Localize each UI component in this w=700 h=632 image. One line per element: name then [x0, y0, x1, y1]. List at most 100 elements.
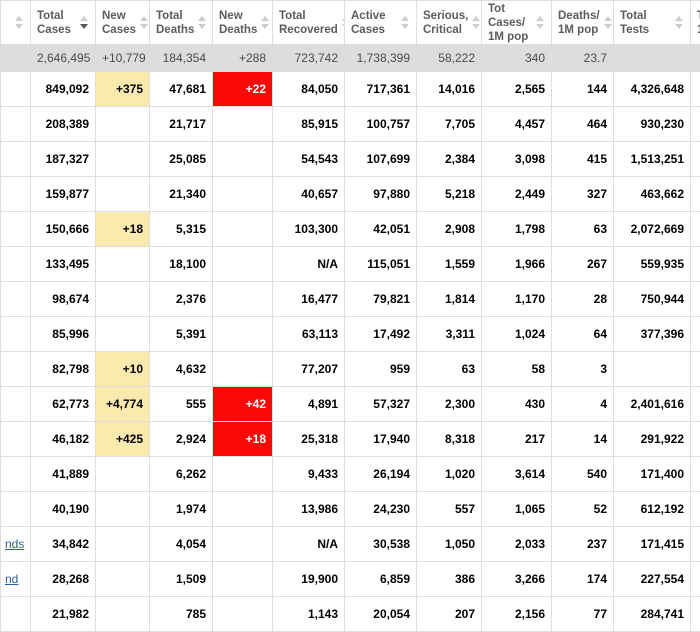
cell-serious-critical: 5,218	[417, 177, 482, 212]
cell-cases-per-1m: 3,614	[482, 457, 552, 492]
cell-cases-per-1m: 1,966	[482, 247, 552, 282]
country-link[interactable]: nd	[5, 572, 18, 586]
cell-total-tests: 2,072,669	[614, 212, 691, 247]
cell-new-cases: +375	[96, 72, 150, 107]
table-body: 2,646,495+10,779184,354+288723,7421,738,…	[1, 45, 700, 632]
cell-total-recovered: 4,891	[273, 387, 345, 422]
cell-active-cases: 115,051	[345, 247, 417, 282]
sort-toggle-icon[interactable]	[604, 16, 613, 29]
column-header-total-recovered[interactable]: Total Recovered	[273, 1, 345, 45]
cell-deaths-per-1m: 77	[552, 597, 614, 632]
cell-cases-per-1m: 1,170	[482, 282, 552, 317]
cell-total-recovered: 13,986	[273, 492, 345, 527]
table-header: Total Cases New Cases Total DeathsNew Deat…	[1, 1, 700, 45]
cell-total-cases: 2,646,495	[31, 45, 96, 72]
cell-country	[1, 142, 31, 177]
sort-toggle-icon[interactable]	[80, 16, 89, 29]
column-header-new-deaths[interactable]: New Deaths	[213, 1, 273, 45]
cell-tail	[691, 492, 700, 527]
cell-country: nd	[1, 562, 31, 597]
cell-total-recovered: 16,477	[273, 282, 345, 317]
cell-serious-critical: 2,300	[417, 387, 482, 422]
sort-toggle-icon[interactable]	[675, 16, 684, 29]
cell-tail	[691, 527, 700, 562]
cell-tail	[691, 212, 700, 247]
cell-serious-critical: 1,559	[417, 247, 482, 282]
cell-country	[1, 72, 31, 107]
cell-active-cases: 1,738,399	[345, 45, 417, 72]
cell-total-recovered: 9,433	[273, 457, 345, 492]
cell-total-recovered: 723,742	[273, 45, 345, 72]
column-header-country[interactable]	[1, 1, 31, 45]
cell-cases-per-1m: 2,449	[482, 177, 552, 212]
column-header-total-deaths[interactable]: Total Deaths	[150, 1, 213, 45]
column-header-deaths-1m-pop[interactable]: Deaths/ 1M pop	[552, 1, 614, 45]
cell-new-deaths	[213, 317, 273, 352]
cell-tail	[691, 142, 700, 177]
cell-active-cases: 42,051	[345, 212, 417, 247]
cell-deaths-per-1m: 237	[552, 527, 614, 562]
cell-total-tests: 377,396	[614, 317, 691, 352]
column-header-active-cases[interactable]: Active Cases	[345, 1, 417, 45]
sort-toggle-icon[interactable]	[198, 16, 207, 29]
sort-toggle-icon[interactable]	[15, 16, 24, 29]
column-header-tot-cases-1m-pop[interactable]: Tot Cases/ 1M pop	[482, 1, 552, 45]
cell-cases-per-1m: 430	[482, 387, 552, 422]
cell-country	[1, 352, 31, 387]
country-link[interactable]: nds	[5, 537, 24, 551]
cell-total-tests: 171,400	[614, 457, 691, 492]
cell-active-cases: 717,361	[345, 72, 417, 107]
column-header-label: New Cases	[102, 9, 136, 37]
cell-total-cases: 62,773	[31, 387, 96, 422]
cell-cases-per-1m: 1,798	[482, 212, 552, 247]
cell-country	[1, 282, 31, 317]
table-row: 98,6742,37616,47779,8211,8141,17028750,9…	[1, 282, 700, 317]
column-header-t-1[interactable]: T 1	[691, 1, 700, 45]
cell-deaths-per-1m: 23.7	[552, 45, 614, 72]
cell-new-cases	[96, 177, 150, 212]
cell-new-deaths	[213, 562, 273, 597]
cell-serious-critical: 2,384	[417, 142, 482, 177]
cell-tail	[691, 562, 700, 597]
column-header-serious-critical[interactable]: Serious, Critical	[417, 1, 482, 45]
cell-total-cases: 849,092	[31, 72, 96, 107]
cell-country	[1, 107, 31, 142]
cell-serious-critical: 7,705	[417, 107, 482, 142]
cell-total-tests: 559,935	[614, 247, 691, 282]
table-row: 40,1901,97413,98624,2305571,06552612,192	[1, 492, 700, 527]
column-header-total-cases[interactable]: Total Cases	[31, 1, 96, 45]
cell-country	[1, 247, 31, 282]
column-header-total-tests[interactable]: Total Tests	[614, 1, 691, 45]
cell-new-cases: +10	[96, 352, 150, 387]
cell-cases-per-1m: 340	[482, 45, 552, 72]
cell-new-deaths	[213, 212, 273, 247]
cell-active-cases: 79,821	[345, 282, 417, 317]
cell-country	[1, 212, 31, 247]
cell-new-deaths	[213, 492, 273, 527]
cell-total-recovered: N/A	[273, 527, 345, 562]
cell-tail	[691, 422, 700, 457]
cell-total-deaths: 21,340	[150, 177, 213, 212]
sort-toggle-icon[interactable]	[140, 16, 149, 29]
sort-toggle-icon[interactable]	[401, 16, 410, 29]
column-header-label: Total Cases	[37, 9, 76, 37]
cell-total-tests: 463,662	[614, 177, 691, 212]
cell-total-cases: 150,666	[31, 212, 96, 247]
cell-total-cases: 187,327	[31, 142, 96, 177]
cell-total-deaths: 785	[150, 597, 213, 632]
cell-active-cases: 24,230	[345, 492, 417, 527]
cell-total-deaths: 184,354	[150, 45, 213, 72]
cell-total-deaths: 1,974	[150, 492, 213, 527]
sort-toggle-icon[interactable]	[261, 16, 270, 29]
table-row: 62,773+4,774555+424,89157,3272,30043042,…	[1, 387, 700, 422]
cell-new-cases	[96, 107, 150, 142]
sort-toggle-icon[interactable]	[536, 16, 545, 29]
cell-country	[1, 317, 31, 352]
cell-new-deaths	[213, 177, 273, 212]
cell-total-deaths: 2,376	[150, 282, 213, 317]
column-header-new-cases[interactable]: New Cases	[96, 1, 150, 45]
cell-country: nds	[1, 527, 31, 562]
cell-new-deaths	[213, 457, 273, 492]
cell-total-deaths: 6,262	[150, 457, 213, 492]
sort-toggle-icon[interactable]	[472, 16, 481, 29]
